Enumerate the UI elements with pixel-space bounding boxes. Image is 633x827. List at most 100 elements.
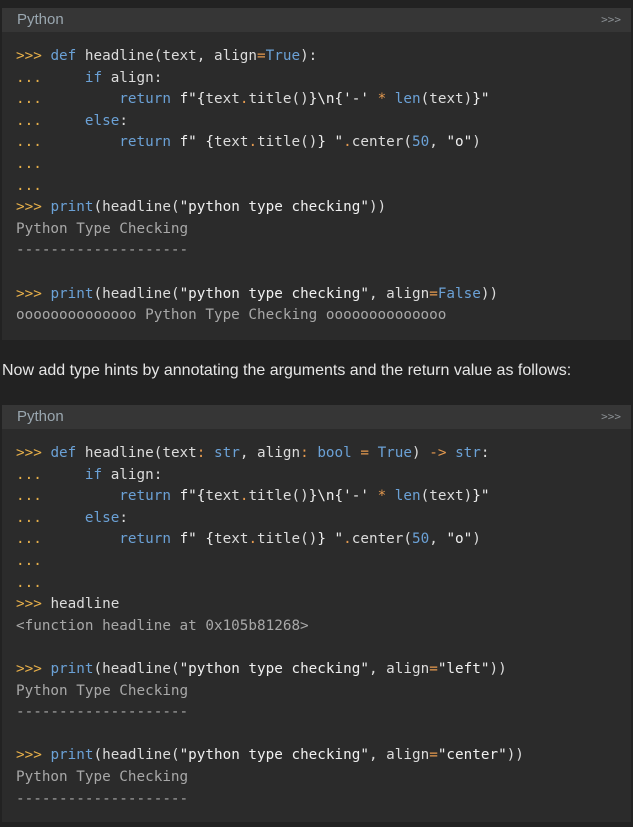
code-token: text xyxy=(214,531,249,548)
code-block-1: Python >>> >>> def headline(text, align=… xyxy=(2,8,631,340)
prompt-token: ... xyxy=(16,155,42,172)
output-text: <function headline at 0x105b81268> xyxy=(16,617,309,634)
code-token: . xyxy=(248,531,258,548)
prompt-token: ... xyxy=(16,531,120,548)
prompt-token: >>> xyxy=(16,199,51,216)
code-token: ): xyxy=(300,48,318,64)
prompt-token: ... xyxy=(16,112,85,129)
output-text: -------------------- xyxy=(16,790,189,807)
code-token: len xyxy=(394,488,421,505)
prompt-token: >>> xyxy=(16,48,51,64)
code-token: . xyxy=(343,134,352,151)
code-token: }" xyxy=(472,91,490,108)
code-token: : xyxy=(119,112,128,129)
code-token: print xyxy=(50,747,94,764)
code-token: if xyxy=(84,466,111,483)
code-token: def xyxy=(50,445,85,461)
code-token: True xyxy=(265,48,301,64)
code-token: return xyxy=(119,488,180,505)
prompt-token: >>> xyxy=(16,285,51,302)
code-token: headline xyxy=(50,596,120,613)
code-line: ... return f"{text.title()}\n{'-' * len(… xyxy=(16,89,631,111)
code-line: ... return f" {text.title()} ".center(50… xyxy=(16,132,631,154)
code-token: }" xyxy=(472,488,490,505)
code-line: <function headline at 0x105b81268> xyxy=(16,616,631,638)
code-token: else xyxy=(84,509,120,526)
code-block-header: Python >>> xyxy=(2,405,631,429)
code-token: )) xyxy=(480,285,499,302)
code-line: ... xyxy=(16,573,631,595)
code-token: ) xyxy=(472,134,481,151)
prompt-token: ... xyxy=(16,488,120,505)
code-token: = xyxy=(360,445,378,461)
code-token: (headline( xyxy=(93,285,180,302)
prompt-token: ... xyxy=(16,574,42,591)
code-line: ... if align: xyxy=(16,465,631,487)
prompt-token: ... xyxy=(16,177,42,194)
code-token: , xyxy=(429,134,447,151)
code-token: print xyxy=(50,199,94,216)
code-token: . xyxy=(343,531,352,548)
code-line: >>> print(headline("python type checking… xyxy=(16,284,631,306)
code-token: (text) xyxy=(420,488,473,505)
code-token: = xyxy=(429,285,438,302)
code-token: , align xyxy=(239,445,301,461)
prompt-toggle-button[interactable]: >>> xyxy=(601,13,621,26)
code-token: headline(text xyxy=(84,445,197,461)
code-token: bool xyxy=(317,445,361,461)
code-token: title() xyxy=(248,488,309,505)
code-token: headline(text, align xyxy=(84,48,258,64)
code-token: if xyxy=(84,69,111,86)
code-token: return xyxy=(119,91,180,108)
code-token: "python type checking" xyxy=(179,660,369,677)
code-token: "o" xyxy=(446,134,473,151)
code-token: print xyxy=(50,285,94,302)
code-token: (text) xyxy=(420,91,473,108)
code-token: text xyxy=(205,91,240,108)
code-line: >>> print(headline("python type checking… xyxy=(16,197,631,219)
prompt-token: ... xyxy=(16,552,42,569)
code-token: align: xyxy=(110,69,163,86)
code-token: return xyxy=(119,134,180,151)
prompt-token: >>> xyxy=(16,596,51,613)
output-text: oooooooooooooo Python Type Checking oooo… xyxy=(16,307,447,324)
prompt-toggle-button[interactable]: >>> xyxy=(601,410,621,423)
code-token: "left" xyxy=(437,660,490,677)
code-line: ... xyxy=(16,551,631,573)
code-token: align: xyxy=(110,466,163,483)
code-line: ... else: xyxy=(16,508,631,530)
code-token: str xyxy=(455,445,481,461)
code-token: def xyxy=(50,48,85,64)
code-token: } " xyxy=(317,531,344,548)
code-token: "python type checking" xyxy=(179,199,369,216)
code-line: ... xyxy=(16,154,631,176)
code-token: f"{ xyxy=(179,488,206,505)
code-token: center( xyxy=(351,134,413,151)
code-line: >>> def headline(text, align=True): xyxy=(16,46,631,68)
code-token: "center" xyxy=(437,747,507,764)
code-token: len xyxy=(394,91,421,108)
code-token: = xyxy=(257,48,266,64)
code-token: f" { xyxy=(179,531,214,548)
paragraph-text: Now add type hints by annotating the arg… xyxy=(2,362,572,379)
code-token: : xyxy=(300,445,318,461)
code-line: ... if align: xyxy=(16,68,631,90)
code-token: , xyxy=(429,531,447,548)
code-token: title() xyxy=(257,134,318,151)
code-lines: >>> def headline(text, align=True):... i… xyxy=(2,32,631,327)
code-token: (headline( xyxy=(93,747,180,764)
output-text: Python Type Checking xyxy=(16,220,189,237)
code-token: , align xyxy=(368,285,430,302)
code-token: f"{ xyxy=(179,91,206,108)
code-token: str xyxy=(214,445,240,461)
code-line: Python Type Checking xyxy=(16,681,631,703)
code-token: -> xyxy=(429,445,456,461)
code-token: = xyxy=(429,747,438,764)
code-block-header: Python >>> xyxy=(2,8,631,32)
code-token: = xyxy=(429,660,438,677)
code-block-2: Python >>> >>> def headline(text: str, a… xyxy=(2,405,631,822)
code-token: * xyxy=(377,488,395,505)
